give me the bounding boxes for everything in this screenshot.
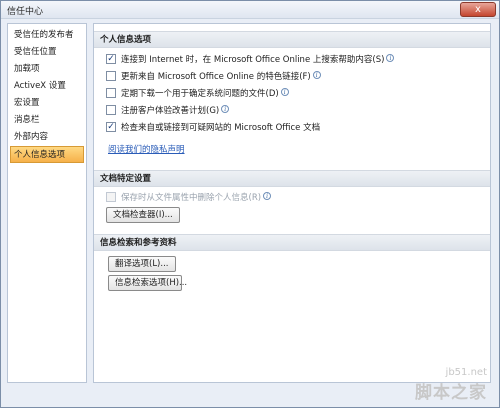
research-options-button[interactable]: 信息检索选项(H)... [108,275,187,291]
sidebar-item-trusted-locations[interactable]: 受信任位置 [8,44,86,61]
info-icon: i [280,87,289,96]
translation-options-button[interactable]: 翻译选项(L)... [108,256,176,272]
window-title: 信任中心 [7,7,44,17]
sidebar-item-privacy-options[interactable]: 个人信息选项 [10,146,84,163]
info-icon: i [221,104,230,113]
option-featured-links[interactable]: 更新来自 Microsoft Office Online 的特色链接(F) i [106,70,321,84]
option-label: 更新来自 Microsoft Office Online 的特色链接(F) [121,72,311,82]
checkbox-featured-links[interactable] [106,70,116,81]
checkbox-search-help-online[interactable]: ✓ [106,53,116,64]
section-header-document: 文档特定设置 [94,170,490,187]
sidebar-item-message-bar[interactable]: 消息栏 [8,112,86,129]
option-label: 检查来自或链接到可疑网站的 Microsoft Office 文档 [121,123,321,133]
watermark-url: jb51.net [445,367,487,378]
info-icon: i [312,70,321,79]
close-button[interactable]: x [460,2,496,17]
checkbox-remove-personal-info [106,191,116,202]
info-icon: i [263,191,272,200]
option-label: 定期下载一个用于确定系统问题的文件(D) [121,89,279,99]
dialog-body: 受信任的发布者 受信任位置 加载项 ActiveX 设置 宏设置 消息栏 外部内… [5,23,495,405]
option-download-diagnostic-file[interactable]: 定期下载一个用于确定系统问题的文件(D) i [106,87,289,101]
watermark: jb51.net 脚本之家 [415,367,487,403]
section-header-privacy: 个人信息选项 [94,31,490,48]
checkbox-customer-experience[interactable] [106,104,116,115]
checkbox-check-suspicious-sites[interactable]: ✓ [106,121,116,132]
document-inspector-button[interactable]: 文档检查器(I)... [106,207,180,223]
info-icon: i [386,53,395,62]
trust-center-window: 信任中心 x 受信任的发布者 受信任位置 加载项 ActiveX 设置 宏设置 … [0,0,500,408]
option-customer-experience[interactable]: 注册客户体验改善计划(G) i [106,104,230,118]
section-header-research: 信息检索和参考资料 [94,234,490,251]
checkbox-download-diagnostic-file[interactable] [106,87,116,98]
sidebar-item-macro-settings[interactable]: 宏设置 [8,95,86,112]
privacy-statement-link[interactable]: 阅读我们的隐私声明 [108,143,185,155]
option-label: 注册客户体验改善计划(G) [121,106,220,116]
content-panel: 个人信息选项 ✓ 连接到 Internet 时，在 Microsoft Offic… [93,23,491,383]
sidebar-item-add-ins[interactable]: 加载项 [8,61,86,78]
option-label: 连接到 Internet 时，在 Microsoft Office Online… [121,55,385,65]
sidebar-item-external-content[interactable]: 外部内容 [8,129,86,146]
sidebar: 受信任的发布者 受信任位置 加载项 ActiveX 设置 宏设置 消息栏 外部内… [7,23,87,383]
option-search-help-online[interactable]: ✓ 连接到 Internet 时，在 Microsoft Office Onlin… [106,53,395,67]
title-bar: 信任中心 x [1,1,499,19]
sidebar-item-activex-settings[interactable]: ActiveX 设置 [8,78,86,95]
watermark-text: 脚本之家 [415,383,487,403]
option-check-suspicious-sites[interactable]: ✓ 检查来自或链接到可疑网站的 Microsoft Office 文档 [106,121,321,135]
option-label: 保存时从文件属性中删除个人信息(R) [121,193,262,203]
option-remove-personal-info: 保存时从文件属性中删除个人信息(R) i [106,191,272,205]
sidebar-item-trusted-publishers[interactable]: 受信任的发布者 [8,27,86,44]
